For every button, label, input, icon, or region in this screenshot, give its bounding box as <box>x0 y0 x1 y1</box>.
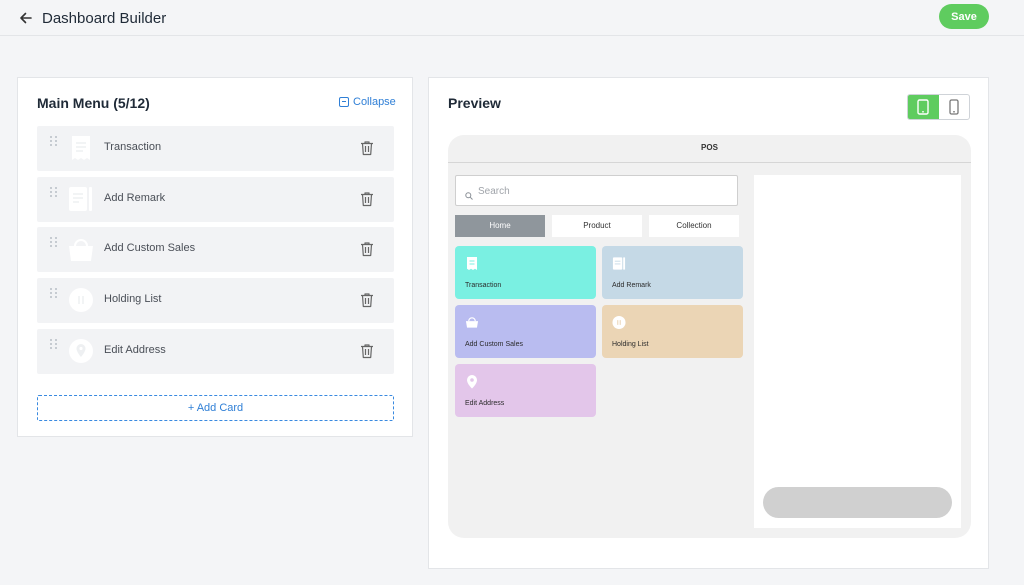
page-title: Dashboard Builder <box>42 10 167 27</box>
receipt-icon <box>68 133 94 163</box>
preview-title: Preview <box>448 95 501 111</box>
basket-icon <box>68 234 94 264</box>
note-icon <box>612 255 626 271</box>
menu-item-add-remark[interactable]: Add Remark <box>37 177 394 222</box>
main-menu-panel: Main Menu (5/12) Collapse Transaction Ad… <box>17 77 413 437</box>
trash-icon[interactable] <box>360 241 374 257</box>
tile-add-remark[interactable]: Add Remark <box>602 246 743 299</box>
tile-edit-address[interactable]: Edit Address <box>455 364 596 417</box>
drag-handle-icon[interactable] <box>50 136 58 148</box>
search-input[interactable] <box>478 182 728 200</box>
menu-item-label: Add Remark <box>104 192 166 204</box>
checkout-button[interactable] <box>763 487 952 518</box>
trash-icon[interactable] <box>360 343 374 359</box>
tab-home[interactable]: Home <box>455 215 545 237</box>
location-pin-icon <box>465 373 479 389</box>
trash-icon[interactable] <box>360 292 374 308</box>
basket-icon <box>465 314 479 330</box>
device-header: POS <box>448 135 971 163</box>
tab-collection[interactable]: Collection <box>649 215 739 237</box>
tile-label: Holding List <box>612 341 649 348</box>
tile-holding-list[interactable]: Holding List <box>602 305 743 358</box>
collapse-button[interactable]: Collapse <box>339 96 396 108</box>
top-bar: Dashboard Builder Save <box>0 0 1024 36</box>
menu-item-label: Transaction <box>104 141 162 153</box>
pause-icon <box>68 285 94 315</box>
device-preview: POS Home Product Collection Transaction … <box>448 135 971 538</box>
add-card-button[interactable]: + Add Card <box>37 395 394 421</box>
cart-area <box>754 175 961 528</box>
pause-icon <box>612 314 626 330</box>
collapse-icon <box>339 97 349 107</box>
phone-icon[interactable] <box>939 95 970 119</box>
menu-item-label: Add Custom Sales <box>104 242 196 254</box>
collapse-label: Collapse <box>353 96 396 108</box>
location-pin-icon <box>68 336 94 366</box>
search-box <box>455 175 738 206</box>
tab-product[interactable]: Product <box>552 215 642 237</box>
drag-handle-icon[interactable] <box>50 339 58 351</box>
menu-item-edit-address[interactable]: Edit Address <box>37 329 394 374</box>
trash-icon[interactable] <box>360 140 374 156</box>
tile-add-custom-sales[interactable]: Add Custom Sales <box>455 305 596 358</box>
menu-item-transaction[interactable]: Transaction <box>37 126 394 171</box>
drag-handle-icon[interactable] <box>50 237 58 249</box>
preview-panel: Preview POS Home Product Collection Tran… <box>428 77 989 569</box>
save-button[interactable]: Save <box>939 4 989 29</box>
tile-label: Transaction <box>465 282 502 289</box>
note-icon <box>68 184 94 214</box>
menu-item-add-custom-sales[interactable]: Add Custom Sales <box>37 227 394 272</box>
menu-item-label: Edit Address <box>104 344 166 356</box>
tablet-icon[interactable] <box>908 95 939 119</box>
receipt-icon <box>465 255 479 271</box>
arrow-left-icon[interactable] <box>18 10 34 26</box>
trash-icon[interactable] <box>360 191 374 207</box>
tile-transaction[interactable]: Transaction <box>455 246 596 299</box>
drag-handle-icon[interactable] <box>50 187 58 199</box>
tile-label: Add Remark <box>612 282 651 289</box>
device-toggle <box>907 94 970 120</box>
drag-handle-icon[interactable] <box>50 288 58 300</box>
tile-label: Add Custom Sales <box>465 341 523 348</box>
menu-item-holding-list[interactable]: Holding List <box>37 278 394 323</box>
tile-label: Edit Address <box>465 400 505 407</box>
menu-item-label: Holding List <box>104 293 162 305</box>
main-menu-title: Main Menu (5/12) <box>37 95 150 111</box>
search-icon <box>465 187 473 200</box>
